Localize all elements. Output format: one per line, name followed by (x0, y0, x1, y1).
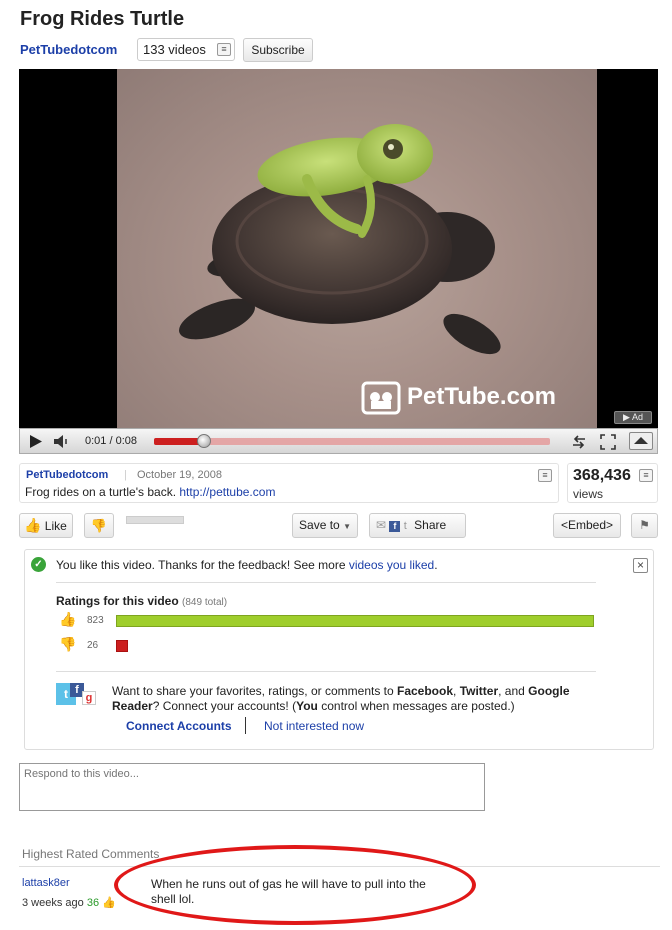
comment-input[interactable] (19, 763, 485, 811)
feedback-end: . (434, 558, 438, 572)
subscribe-button[interactable]: Subscribe (243, 38, 313, 62)
upload-date: October 19, 2008 (137, 469, 223, 481)
comment-author[interactable]: lattask8er (22, 877, 70, 889)
like-count-icon: 👍 (59, 611, 77, 627)
comment-meta: 3 weeks ago 36 👍 (22, 896, 116, 909)
stats-chevron-icon[interactable]: ≡ (639, 469, 653, 482)
feedback-message: You like this video. Thanks for the feed… (56, 558, 438, 572)
email-icon: ✉ (376, 518, 387, 532)
info-separator: | (124, 469, 127, 481)
chevron-down-icon[interactable]: ≡ (217, 43, 231, 56)
twitter-icon: t (403, 520, 407, 532)
save-to-label: Save to (299, 518, 340, 532)
video-frame[interactable]: PetTube.com (117, 69, 597, 428)
description-text: Frog rides on a turtle's back. (25, 485, 177, 499)
eject-icon (634, 437, 648, 444)
fullscreen-icon[interactable] (600, 434, 616, 450)
share-label: Share (414, 518, 447, 532)
connect-prompt: Want to share your favorites, ratings, o… (112, 684, 592, 714)
progress-bar[interactable] (154, 434, 550, 448)
annotation-circle (114, 845, 476, 925)
social-icons: t f g (56, 683, 98, 707)
liked-videos-link[interactable]: videos you liked (349, 558, 434, 572)
scrubber-handle[interactable] (197, 434, 211, 448)
video-info-box: PetTubedotcom | October 19, 2008 Frog ri… (19, 463, 559, 503)
embed-button[interactable]: <Embed> (553, 513, 621, 538)
dislike-count-icon: 👎 (59, 636, 77, 652)
play-icon[interactable] (29, 434, 43, 449)
channel-videos-dropdown[interactable]: 133 videos ≡ (137, 38, 235, 61)
check-icon: ✓ (31, 557, 46, 572)
ratings-title: Ratings for this video (849 total) (56, 594, 227, 608)
dislike-bar (116, 640, 128, 652)
prompt-facebook: Facebook (397, 684, 454, 698)
pettube-watermark: PetTube.com (361, 381, 583, 415)
flag-button[interactable]: ⚑ (631, 513, 658, 538)
volume-icon[interactable] (53, 435, 71, 448)
share-button[interactable]: ✉ f t Share (369, 513, 466, 538)
close-icon[interactable]: × (633, 558, 648, 573)
flag-icon: ⚑ (639, 518, 650, 532)
ad-label: Ad (631, 412, 643, 422)
feedback-panel: ✓ You like this video. Thanks for the fe… (24, 549, 654, 750)
connect-accounts-link[interactable]: Connect Accounts (126, 719, 232, 733)
uploader-link[interactable]: PetTubedotcom (26, 469, 108, 481)
video-count: 133 videos (143, 42, 206, 57)
video-player[interactable]: PetTube.com ▶ Ad (19, 69, 658, 428)
prompt-mid: ? Connect your accounts! ( (152, 699, 297, 713)
comment-age: 3 weeks ago (22, 897, 84, 909)
ratings-total: (849 total) (182, 597, 228, 608)
thumbs-up-icon: 👍 (24, 517, 42, 533)
comments-section-title: Highest Rated Comments (22, 847, 160, 861)
watermark-text: PetTube.com (407, 383, 556, 410)
divider (56, 582, 596, 583)
views-box: 368,436 views ≡ (567, 463, 658, 503)
thumbs-up-small-icon[interactable]: 👍 (102, 897, 116, 909)
feedback-text: You like this video. Thanks for the feed… (56, 558, 349, 572)
rating-bar (126, 516, 184, 524)
pettube-logo-icon (361, 381, 401, 415)
popout-icon[interactable] (571, 435, 587, 449)
expand-info-icon[interactable]: ≡ (538, 469, 552, 482)
dislike-button[interactable]: 👎 (84, 513, 114, 538)
google-logo-icon: g (82, 691, 96, 705)
dislike-count: 26 (87, 640, 99, 651)
description-link[interactable]: http://pettube.com (179, 485, 275, 499)
time-display: 0:01 / 0:08 (85, 435, 137, 447)
prompt-you: You (296, 699, 318, 713)
like-button[interactable]: 👍 Like (19, 513, 73, 538)
channel-link[interactable]: PetTubedotcom (20, 42, 117, 57)
ad-badge[interactable]: ▶ Ad (614, 411, 652, 424)
ratings-title-text: Ratings for this video (56, 594, 179, 608)
thumbs-down-icon: 👎 (90, 518, 108, 533)
prompt-comma: , (453, 684, 460, 698)
divider (56, 671, 596, 672)
like-bar (116, 615, 594, 627)
like-label: Like (44, 519, 67, 533)
view-count: 368,436 (573, 467, 631, 484)
save-to-arrow-icon: ▼ (343, 522, 351, 531)
prompt-intro: Want to share your favorites, ratings, o… (112, 684, 397, 698)
player-controls: 0:01 / 0:08 (19, 428, 658, 454)
video-description: Frog rides on a turtle's back. http://pe… (25, 485, 275, 499)
collapse-button[interactable] (629, 432, 653, 450)
facebook-icon: f (389, 521, 401, 532)
save-to-button[interactable]: Save to ▼ (292, 513, 358, 538)
not-interested-link[interactable]: Not interested now (264, 719, 364, 733)
link-separator (245, 717, 246, 734)
like-count: 823 (87, 615, 104, 626)
prompt-and: , and (498, 684, 529, 698)
prompt-twitter: Twitter (459, 684, 499, 698)
comment-score: 36 (86, 897, 100, 909)
video-title: Frog Rides Turtle (20, 8, 185, 30)
prompt-end: control when messages are posted.) (317, 699, 515, 713)
views-label: views (573, 487, 604, 501)
frog-turtle-scene (179, 124, 501, 355)
